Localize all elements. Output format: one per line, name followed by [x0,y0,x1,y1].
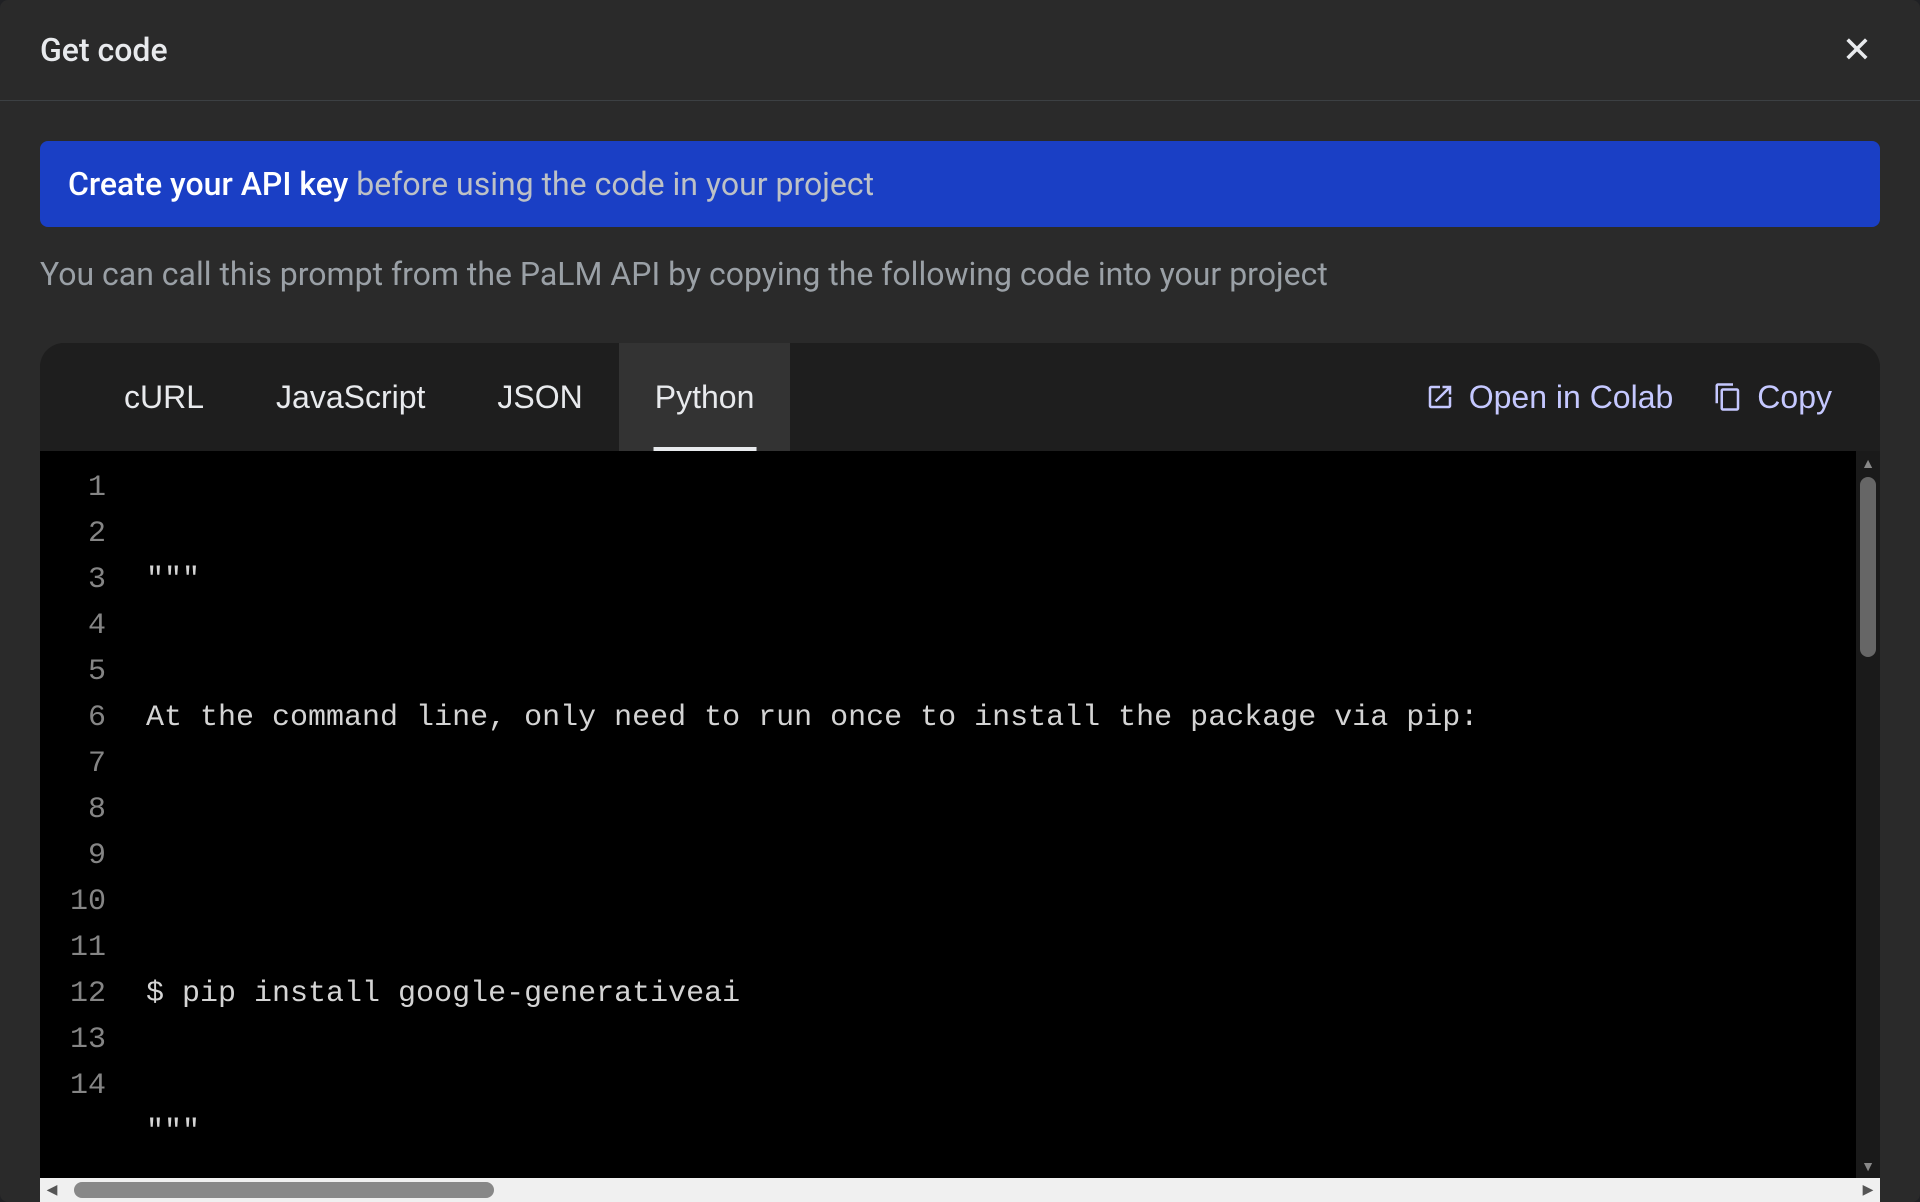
horizontal-scrollbar[interactable]: ◀ ▶ [40,1178,1880,1202]
copy-icon [1713,382,1743,412]
modal-title: Get code [40,31,168,69]
modal-header: Get code ✕ [0,0,1920,101]
line-number: 9 [70,833,106,879]
hscroll-track[interactable] [64,1178,1856,1202]
line-number: 7 [70,741,106,787]
close-button[interactable]: ✕ [1834,24,1880,76]
code-line [146,833,1870,879]
tab-python[interactable]: Python [619,343,791,451]
modal-body: Create your API key before using the cod… [0,101,1920,1202]
scroll-down-arrow-icon[interactable]: ▼ [1856,1154,1880,1178]
tab-javascript[interactable]: JavaScript [240,343,461,451]
banner-rest-text: before using the code in your project [348,165,874,203]
scroll-right-arrow-icon[interactable]: ▶ [1856,1178,1880,1202]
code-toolbar: cURL JavaScript JSON Python Open in Cola… [40,343,1880,451]
open-in-colab-button[interactable]: Open in Colab [1425,379,1674,416]
code-line: """ [146,1109,1870,1155]
line-number: 2 [70,511,106,557]
code-line: At the command line, only need to run on… [146,695,1870,741]
copy-label: Copy [1757,379,1832,416]
line-number: 12 [70,971,106,1017]
code-line: """ [146,557,1870,603]
api-key-banner[interactable]: Create your API key before using the cod… [40,141,1880,227]
open-in-colab-label: Open in Colab [1469,379,1674,416]
toolbar-actions: Open in Colab Copy [1425,379,1832,416]
tab-json[interactable]: JSON [461,343,618,451]
code-panel: cURL JavaScript JSON Python Open in Cola… [40,343,1880,1202]
banner-text: Create your API key before using the cod… [68,165,874,203]
code-content[interactable]: """ At the command line, only need to ru… [126,451,1880,1202]
copy-button[interactable]: Copy [1713,379,1832,416]
line-number: 11 [70,925,106,971]
scroll-left-arrow-icon[interactable]: ◀ [40,1178,64,1202]
line-number: 3 [70,557,106,603]
line-number: 10 [70,879,106,925]
code-editor: 1 2 3 4 5 6 7 8 9 10 11 12 13 14 [40,451,1880,1202]
vertical-scrollbar[interactable]: ▲ ▼ [1856,451,1880,1178]
create-api-key-link[interactable]: Create your API key [68,165,348,203]
description-text: You can call this prompt from the PaLM A… [40,255,1880,293]
line-numbers: 1 2 3 4 5 6 7 8 9 10 11 12 13 14 [40,451,126,1202]
code-scroll-area[interactable]: 1 2 3 4 5 6 7 8 9 10 11 12 13 14 [40,451,1880,1202]
line-number: 14 [70,1063,106,1109]
line-number: 6 [70,695,106,741]
line-number: 1 [70,465,106,511]
scroll-up-arrow-icon[interactable]: ▲ [1856,451,1880,475]
line-number: 4 [70,603,106,649]
language-tabs: cURL JavaScript JSON Python [88,343,790,451]
line-number: 5 [70,649,106,695]
vscroll-thumb[interactable] [1860,477,1876,657]
line-number: 8 [70,787,106,833]
open-external-icon [1425,382,1455,412]
hscroll-thumb[interactable] [74,1182,494,1198]
tab-curl[interactable]: cURL [88,343,240,451]
get-code-modal: Get code ✕ Create your API key before us… [0,0,1920,1202]
code-line: $ pip install google-generativeai [146,971,1870,1017]
vscroll-track[interactable] [1856,475,1880,1154]
close-icon: ✕ [1842,29,1872,70]
line-number: 13 [70,1017,106,1063]
